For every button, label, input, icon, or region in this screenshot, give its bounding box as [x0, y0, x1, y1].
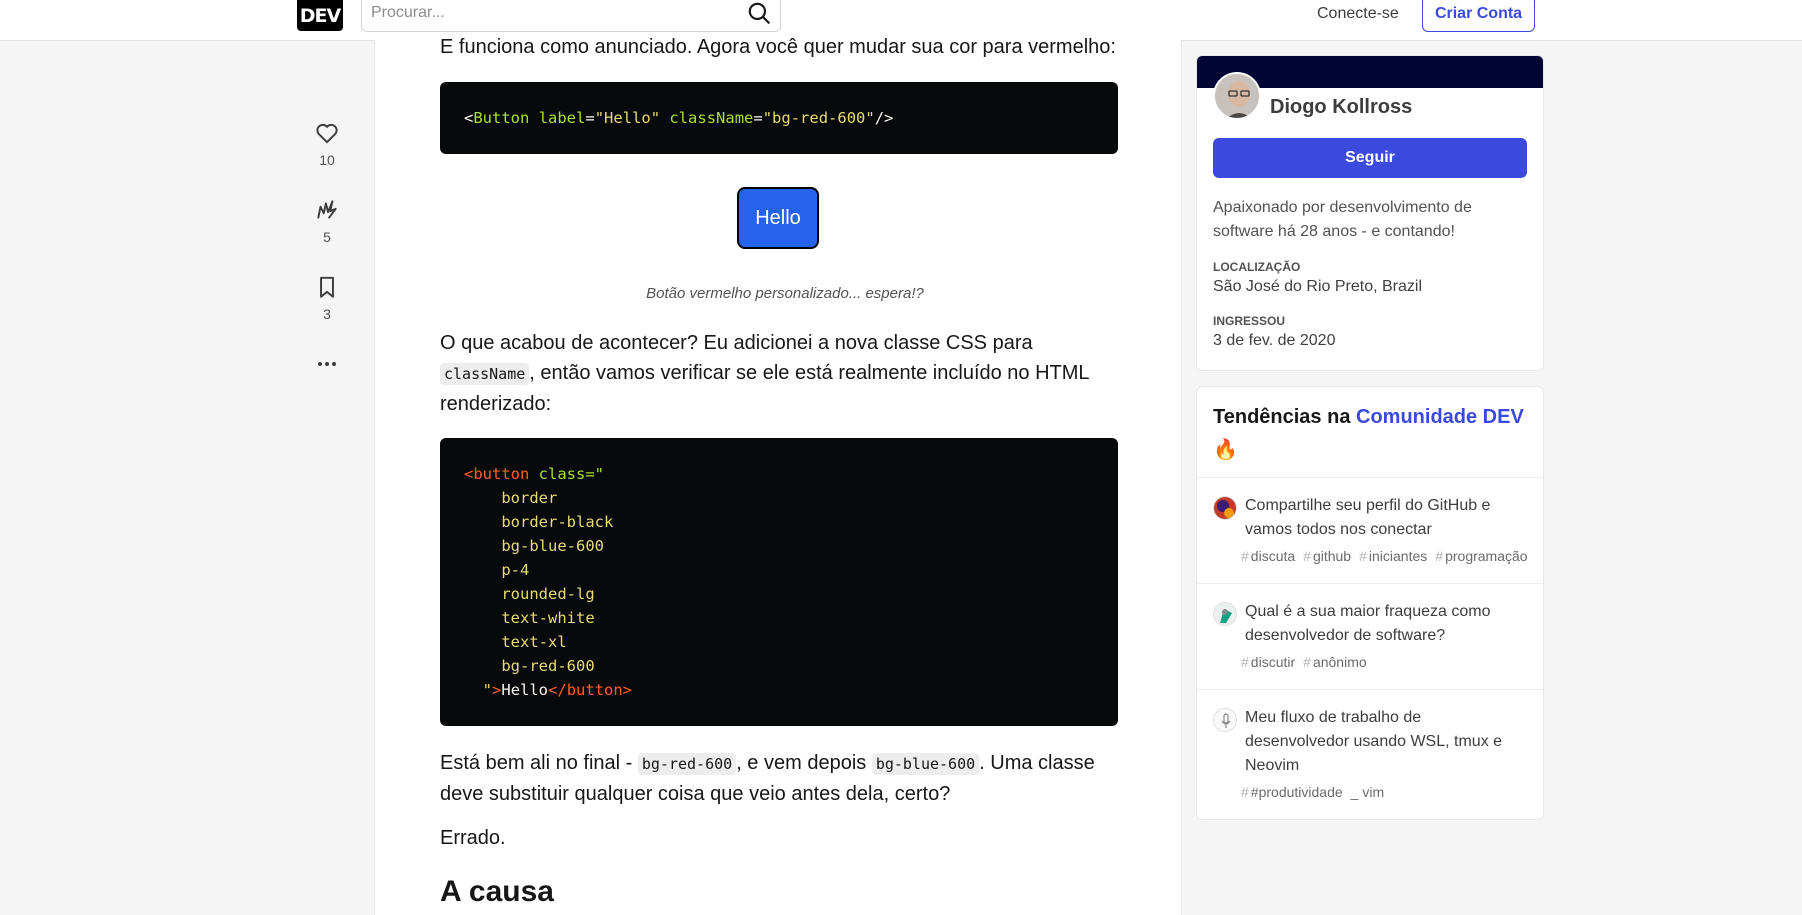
author-bio: Apaixonado por desenvolvimento de softwa… [1213, 199, 1472, 240]
code-block: <Button label="Hello" className="bg-red-… [440, 82, 1118, 154]
trending-item[interactable]: Compartilhe seu perfil do GitHub e vamos… [1197, 478, 1543, 584]
code-line: border [501, 489, 558, 507]
code-line: text-white [501, 609, 595, 627]
save-reaction[interactable]: 3 [306, 274, 348, 322]
like-reaction[interactable]: 10 [306, 120, 348, 168]
avatar [1213, 602, 1237, 626]
fire-icon: 🔥 [1213, 439, 1238, 461]
heart-icon [316, 123, 338, 144]
avatar [1213, 496, 1237, 520]
section-heading: A causa [440, 875, 554, 908]
like-count: 10 [319, 152, 335, 168]
inline-code: bg-blue-600 [871, 753, 980, 775]
unicorn-icon [317, 200, 337, 219]
paragraph: Errado. [440, 827, 506, 849]
trending-title: Tendências na Comunidade DEV 🔥 [1197, 387, 1543, 478]
tag-link[interactable]: # iniciantes [1359, 548, 1427, 564]
community-link[interactable]: Comunidade DEV [1356, 406, 1524, 428]
tag-link[interactable]: # anônimo [1303, 654, 1367, 670]
code-block: <button class=" border border-black bg-b… [440, 438, 1118, 726]
follow-button[interactable]: Seguir [1213, 138, 1527, 178]
trending-card: Tendências na Comunidade DEV 🔥 Compartilh… [1196, 386, 1544, 820]
dev-logo[interactable]: DEV [297, 0, 343, 31]
unicorn-count: 5 [323, 229, 331, 245]
code-line: bg-red-600 [501, 657, 595, 675]
signup-button[interactable]: Criar Conta [1422, 0, 1535, 32]
avatar [1213, 708, 1237, 732]
search-input[interactable]: Procurar... [361, 0, 781, 32]
tag-link[interactable]: # discutir [1241, 654, 1295, 670]
joined-label: INGRESSOU [1213, 314, 1286, 328]
trending-item-title[interactable]: Meu fluxo de trabalho de desenvolvedor u… [1245, 706, 1527, 778]
joined-value: 3 de fev. de 2020 [1213, 332, 1336, 349]
save-count: 3 [323, 306, 331, 322]
tag-list: # discutir # anônimo [1241, 652, 1527, 673]
paragraph: Está bem ali no final - bg-red-600, e ve… [440, 752, 1095, 805]
code-line: p-4 [501, 561, 530, 579]
search-placeholder: Procurar... [371, 4, 445, 21]
hello-demo-button[interactable]: Hello [737, 187, 819, 249]
search-icon[interactable] [746, 0, 772, 26]
paragraph: O que acabou de acontecer? Eu adicionei … [440, 332, 1089, 415]
image-caption: Botão vermelho personalizado... espera!? [646, 285, 924, 302]
trending-item[interactable]: Qual é a sua maior fraqueza como desenvo… [1197, 584, 1543, 690]
unicorn-reaction[interactable]: 5 [306, 197, 348, 245]
inline-code: bg-red-600 [637, 753, 737, 775]
author-card: Diogo Kollross Seguir Apaixonado por des… [1196, 55, 1544, 371]
code-line: rounded-lg [501, 585, 595, 603]
more-icon [318, 362, 336, 366]
code-line: border-black [501, 513, 614, 531]
trending-item-title[interactable]: Compartilhe seu perfil do GitHub e vamos… [1245, 494, 1527, 542]
tag-link[interactable]: # programação [1435, 548, 1527, 564]
tag-list: # #produtividade _ vim [1241, 782, 1527, 803]
author-name[interactable]: Diogo Kollross [1270, 96, 1412, 119]
trending-item-title[interactable]: Qual é a sua maior fraqueza como desenvo… [1245, 600, 1527, 648]
more-options-button[interactable] [306, 354, 348, 374]
code-line: <Button label="Hello" className="bg-red-… [464, 109, 894, 127]
code-line: <button class=" [464, 465, 604, 483]
login-link[interactable]: Conecte-se [1303, 2, 1413, 30]
location-label: LOCALIZAÇÃO [1213, 260, 1301, 274]
tag-link[interactable]: # #produtividade [1241, 784, 1343, 800]
paragraph: E funciona como anunciado. Agora você qu… [440, 36, 1116, 58]
tag-link[interactable]: _ vim [1351, 784, 1384, 800]
article-body: E funciona como anunciado. Agora você qu… [374, 36, 1182, 915]
avatar[interactable] [1213, 72, 1261, 120]
bookmark-icon [320, 276, 334, 298]
code-line: bg-blue-600 [501, 537, 604, 555]
inline-code: className [440, 363, 530, 385]
tag-link[interactable]: # discuta [1241, 548, 1295, 564]
tag-list: # discuta # github # iniciantes # programação [1241, 546, 1528, 567]
code-line: ">Hello</button> [482, 681, 633, 699]
trending-item[interactable]: Meu fluxo de trabalho de desenvolvedor u… [1197, 690, 1543, 819]
tag-link[interactable]: # github [1303, 548, 1351, 564]
location-value: São José do Rio Preto, Brazil [1213, 278, 1422, 295]
code-line: text-xl [501, 633, 567, 651]
